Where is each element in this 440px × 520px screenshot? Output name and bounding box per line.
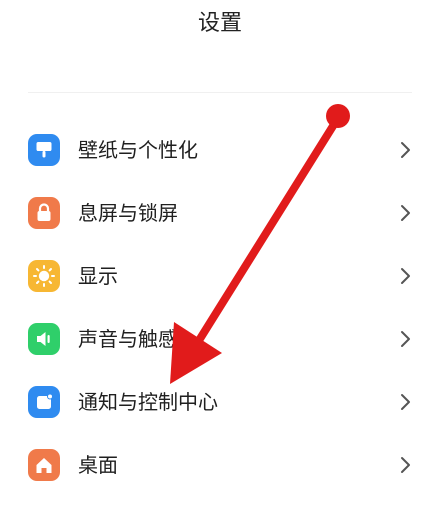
home-icon [28, 449, 60, 481]
settings-item-label: 息屏与锁屏 [78, 201, 178, 225]
chevron-right-icon [397, 329, 415, 349]
settings-item-wallpaper[interactable]: 壁纸与个性化 [0, 118, 440, 181]
chevron-right-icon [397, 140, 415, 160]
wallpaper-icon [28, 134, 60, 166]
chevron-right-icon [397, 455, 415, 475]
settings-item-label: 通知与控制中心 [78, 390, 218, 414]
settings-item-display[interactable]: 显示 [0, 244, 440, 307]
notification-icon [28, 386, 60, 418]
settings-item-home-screen[interactable]: 桌面 [0, 433, 440, 496]
chevron-right-icon [397, 203, 415, 223]
settings-item-sound[interactable]: 声音与触感 [0, 307, 440, 370]
settings-item-lockscreen[interactable]: 息屏与锁屏 [0, 181, 440, 244]
sun-icon [28, 260, 60, 292]
settings-item-notifications[interactable]: 通知与控制中心 [0, 370, 440, 433]
chevron-right-icon [397, 392, 415, 412]
settings-item-label: 显示 [78, 264, 118, 288]
page-title: 设置 [197, 11, 242, 36]
settings-list: 壁纸与个性化 息屏与锁屏 显示 声音与触感 通知与控制中心 桌面 [0, 118, 440, 496]
settings-item-label: 壁纸与个性化 [78, 138, 198, 162]
header: 设置 [0, 0, 440, 50]
lock-icon [28, 197, 60, 229]
speaker-icon [28, 323, 60, 355]
chevron-right-icon [397, 266, 415, 286]
header-divider [28, 92, 412, 93]
settings-item-label: 声音与触感 [78, 327, 178, 351]
settings-item-label: 桌面 [78, 453, 118, 477]
